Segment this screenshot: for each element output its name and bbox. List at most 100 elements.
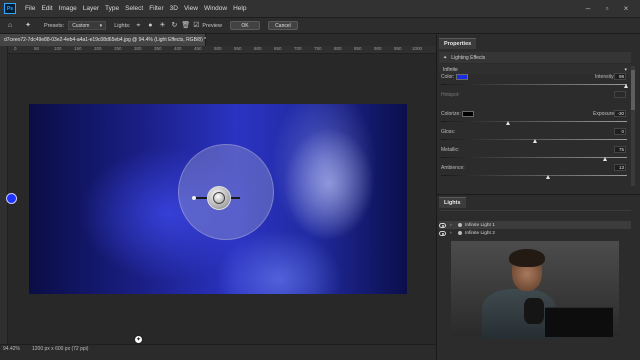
light-name: Infinite Light 2 xyxy=(465,230,495,236)
light-color-indicator[interactable] xyxy=(6,193,17,204)
ruler-tick: 700 xyxy=(294,46,302,51)
menu-select[interactable]: Select xyxy=(125,5,143,12)
ruler-tick: 950 xyxy=(394,46,402,51)
ruler-tick: 150 xyxy=(74,46,82,51)
horizontal-ruler: 0 50 100 150 200 250 300 350 400 450 500… xyxy=(8,46,436,54)
infinite-light-icon[interactable]: ☀ xyxy=(158,22,166,30)
webcam-person-hair xyxy=(509,249,545,267)
light-bulb-icon xyxy=(458,231,462,235)
photoshop-logo[interactable]: Ps xyxy=(4,3,16,14)
home-icon[interactable]: ⌂ xyxy=(6,22,14,30)
presets-label: Presets: xyxy=(44,22,65,29)
panel-divider xyxy=(437,194,640,195)
minimize-icon[interactable]: – xyxy=(584,5,592,13)
colorize-swatch[interactable] xyxy=(462,111,474,117)
menu-3d[interactable]: 3D xyxy=(170,5,178,12)
close-icon[interactable]: × xyxy=(622,5,630,13)
chevron-down-icon: ▾ xyxy=(99,22,103,29)
tab-properties[interactable]: Properties xyxy=(439,38,477,49)
menu-window[interactable]: Window xyxy=(204,5,227,12)
exposure-slider-thumb[interactable] xyxy=(506,121,510,125)
visibility-eye-icon[interactable] xyxy=(439,222,446,228)
lights-divider xyxy=(439,210,631,211)
ambience-slider-thumb[interactable] xyxy=(546,175,550,179)
metallic-slider-thumb[interactable] xyxy=(603,157,607,161)
tab-strip xyxy=(206,34,436,46)
ruler-tick: 50 xyxy=(34,46,40,51)
exposure-field[interactable]: -30 xyxy=(614,110,626,117)
zoom-level[interactable]: 94.42% xyxy=(3,346,20,352)
hotspot-label: Hotspot: xyxy=(441,92,460,98)
move-cursor-icon: ✦ xyxy=(134,335,143,344)
ruler-tick: 650 xyxy=(274,46,282,51)
preview-label: Preview xyxy=(202,22,222,29)
light-direction-handle[interactable] xyxy=(192,196,196,200)
spot-light-icon[interactable]: ⌖ xyxy=(134,22,142,30)
expand-chevron-icon[interactable]: › xyxy=(450,223,458,228)
reset-icon[interactable]: ↻ xyxy=(170,22,178,30)
properties-header: ✦ Lighting Effects xyxy=(439,52,631,63)
lighting-tool-icon[interactable]: ✦ xyxy=(24,22,32,30)
ambience-slider-track[interactable] xyxy=(441,175,627,176)
intensity-slider-track[interactable] xyxy=(441,84,627,85)
trash-icon[interactable]: 🗑 xyxy=(181,22,190,30)
ruler-tick: 300 xyxy=(134,46,142,51)
exposure-label: Exposure: xyxy=(593,111,616,117)
properties-scrollbar-thumb[interactable] xyxy=(631,70,635,110)
expand-chevron-icon[interactable]: › xyxy=(450,231,458,236)
microphone-icon xyxy=(524,298,544,324)
menu-image[interactable]: Image xyxy=(59,5,77,12)
exposure-slider-track[interactable] xyxy=(441,121,627,122)
laptop-screen xyxy=(545,307,613,337)
menu-help[interactable]: Help xyxy=(233,5,246,12)
ruler-tick: 500 xyxy=(214,46,222,51)
presets-value: Custom xyxy=(72,22,90,29)
visibility-eye-icon[interactable] xyxy=(439,230,446,236)
light-list-item[interactable]: › Infinite Light 2 xyxy=(439,229,631,237)
color-label: Color: xyxy=(441,74,455,80)
ambience-field[interactable]: 13 xyxy=(614,164,626,171)
light-list-item[interactable]: › Infinite Light 1 xyxy=(439,221,631,229)
cancel-button[interactable]: Cancel xyxy=(267,21,298,30)
light-type-value: Infinite xyxy=(443,66,458,73)
document-tab[interactable]: d7ceeo72-7dc49e88-03e2-4eb4-a4a1-e19c08d… xyxy=(0,34,213,46)
gloss-slider-thumb[interactable] xyxy=(533,139,537,143)
lighting-effects-icon: ✦ xyxy=(443,54,448,61)
light-name: Infinite Light 1 xyxy=(465,222,495,228)
ruler-tick: 450 xyxy=(194,46,202,51)
light-bulb-icon xyxy=(458,223,462,227)
document-dimensions: 1200 px x 600 px (72 ppi) xyxy=(32,346,89,352)
color-swatch[interactable] xyxy=(456,74,468,80)
ambience-label: Ambience: xyxy=(441,165,465,171)
point-light-icon[interactable]: ● xyxy=(146,22,154,30)
properties-header-label: Lighting Effects xyxy=(451,54,486,61)
ruler-tick: 0 xyxy=(14,46,17,51)
maximize-icon[interactable]: ▫ xyxy=(603,5,611,13)
menu-file[interactable]: File xyxy=(25,5,35,12)
menu-view[interactable]: View xyxy=(184,5,198,12)
ruler-tick: 250 xyxy=(114,46,122,51)
metallic-slider-track[interactable] xyxy=(441,157,627,158)
preview-checkbox-icon[interactable]: ☑ xyxy=(192,22,200,30)
ruler-tick: 400 xyxy=(174,46,182,51)
lights-label: Lights: xyxy=(114,22,131,29)
status-bar: 94.42% 1200 px x 600 px (72 ppi) xyxy=(0,344,436,360)
menu-filter[interactable]: Filter xyxy=(149,5,163,12)
ruler-tick: 850 xyxy=(354,46,362,51)
tab-lights[interactable]: Lights xyxy=(439,197,466,208)
ruler-tick: 550 xyxy=(234,46,242,51)
menu-layer[interactable]: Layer xyxy=(83,5,99,12)
colorize-label: Colorize: xyxy=(441,111,461,117)
intensity-slider-thumb[interactable] xyxy=(624,84,628,88)
light-center-handle[interactable] xyxy=(213,192,225,204)
menu-type[interactable]: Type xyxy=(105,5,119,12)
presets-select[interactable]: Custom ▾ xyxy=(68,21,107,30)
gloss-field[interactable]: 0 xyxy=(614,128,626,135)
ruler-tick: 100 xyxy=(54,46,62,51)
metallic-field[interactable]: 75 xyxy=(614,146,626,153)
ruler-tick: 750 xyxy=(314,46,322,51)
menu-edit[interactable]: Edit xyxy=(41,5,52,12)
intensity-field[interactable]: 98 xyxy=(614,73,626,80)
options-bar: ⌂ ✦ Presets: Custom ▾ Lights: ⌖ ● ☀ ↻ 🗑 … xyxy=(0,18,640,34)
ok-button[interactable]: OK xyxy=(229,21,260,30)
